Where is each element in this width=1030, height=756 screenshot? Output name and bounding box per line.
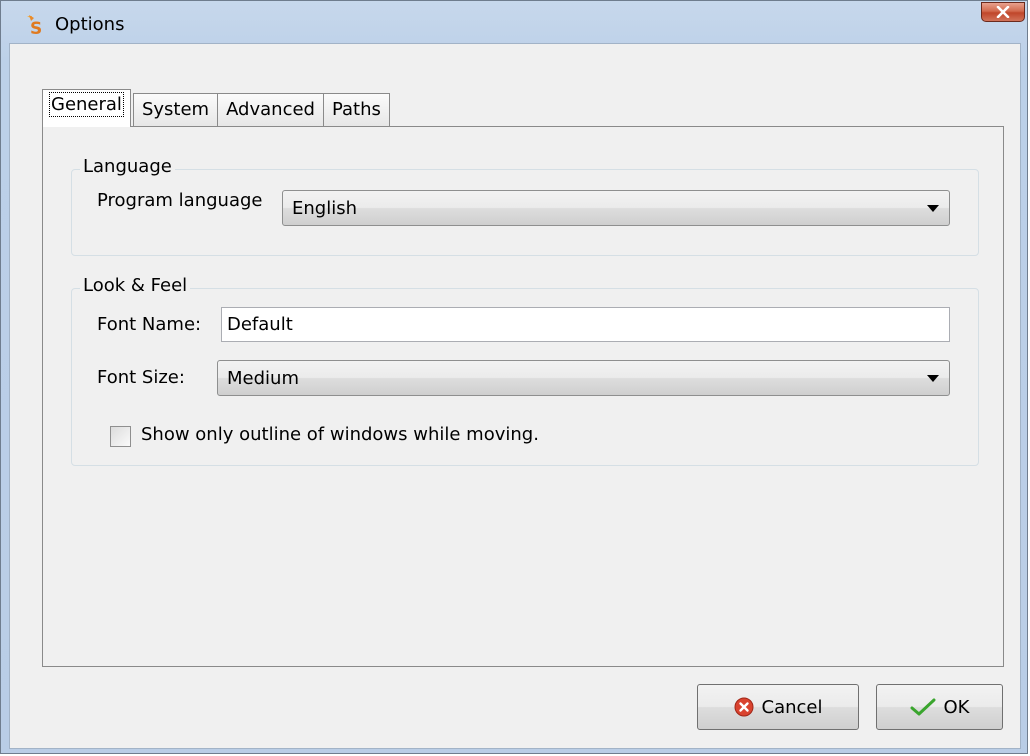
ok-button-label: OK [943, 696, 970, 718]
tab-paths[interactable]: Paths [322, 93, 390, 127]
tab-general-label: General [49, 92, 124, 117]
look-feel-group: Look & Feel Font Name: Default Font Size… [71, 275, 979, 466]
font-name-field[interactable]: Default [221, 307, 950, 342]
font-name-value: Default [227, 314, 293, 335]
chevron-down-icon [927, 205, 939, 212]
tab-advanced[interactable]: Advanced [217, 93, 324, 127]
svg-text:S: S [30, 19, 42, 37]
program-language-label: Program language [97, 190, 263, 211]
app-s-icon: S [27, 15, 42, 37]
font-size-select[interactable]: Medium [217, 360, 950, 396]
general-tab-panel: Language Program language English Look &… [42, 126, 1004, 667]
program-language-select[interactable]: English [282, 190, 950, 226]
title-bar[interactable]: S Options [1, 1, 1027, 45]
outline-windows-checkbox-label[interactable]: Show only outline of windows while movin… [141, 424, 539, 445]
tab-paths-label: Paths [331, 99, 381, 120]
cancel-button-label: Cancel [761, 696, 823, 718]
tab-strip: General System Advanced Paths [42, 89, 390, 127]
close-button[interactable] [981, 2, 1025, 22]
outline-windows-checkbox[interactable] [110, 426, 131, 447]
tab-system-label: System [141, 99, 210, 120]
look-feel-group-legend: Look & Feel [80, 275, 191, 296]
language-group: Language Program language English [71, 156, 979, 256]
close-icon [996, 6, 1010, 18]
ok-button[interactable]: OK [876, 684, 1003, 730]
cancel-circle-icon [734, 697, 753, 717]
font-name-label: Font Name: [97, 314, 202, 335]
cancel-button[interactable]: Cancel [697, 684, 859, 730]
window-title: Options [55, 14, 125, 35]
program-language-value: English [292, 198, 357, 219]
font-size-label: Font Size: [97, 367, 185, 388]
tab-system[interactable]: System [132, 93, 219, 127]
font-size-value: Medium [227, 368, 299, 389]
language-group-legend: Language [80, 156, 175, 177]
tab-advanced-label: Advanced [226, 99, 315, 120]
check-icon [910, 698, 935, 716]
chevron-down-icon [927, 375, 939, 382]
tab-general[interactable]: General [42, 89, 131, 127]
